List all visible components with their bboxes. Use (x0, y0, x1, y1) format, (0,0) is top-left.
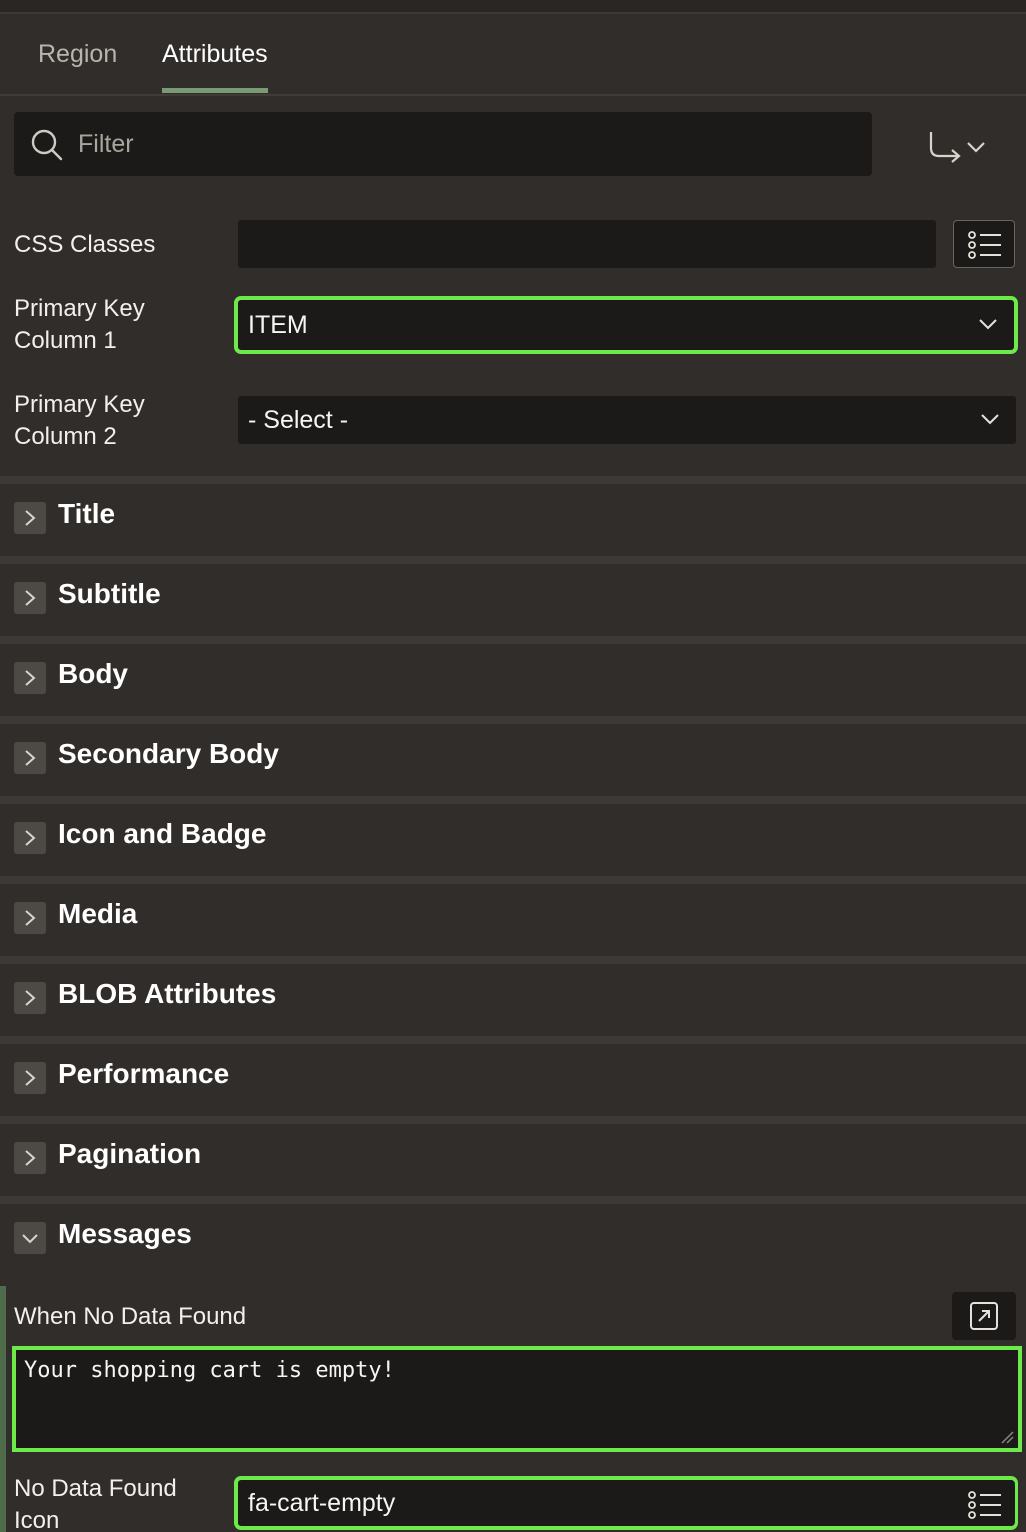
icon-picker-button[interactable] (953, 1480, 1015, 1526)
list-icon (968, 231, 1001, 259)
chevron-right-icon (14, 582, 46, 614)
goto-arrow-icon (929, 132, 985, 163)
chevron-right-icon (14, 982, 46, 1014)
list-icon (968, 1491, 1001, 1519)
section-pagination[interactable]: Pagination (0, 1116, 1026, 1188)
chevron-right-icon (14, 502, 46, 534)
chevron-right-icon (14, 1062, 46, 1094)
section-performance[interactable]: Performance (0, 1036, 1026, 1108)
tab-attributes[interactable]: Attributes (162, 40, 268, 69)
chevron-right-icon (14, 902, 46, 934)
css-classes-picker-button[interactable] (953, 220, 1015, 268)
section-media[interactable]: Media (0, 876, 1026, 948)
no-data-found-icon-input[interactable]: fa-cart-empty (234, 1476, 1018, 1530)
filter-input[interactable] (78, 112, 858, 176)
section-title[interactable]: Title (0, 476, 1026, 548)
chevron-right-icon (14, 1142, 46, 1174)
section-messages[interactable]: Messages (0, 1196, 1026, 1268)
pk-column-2-label: Primary Key Column 2 (14, 391, 145, 450)
pk-column-1-select[interactable]: ITEM (234, 296, 1018, 354)
goto-group-button[interactable] (922, 124, 992, 168)
expand-editor-button[interactable] (952, 1292, 1016, 1340)
expand-icon (970, 1302, 998, 1330)
tab-region[interactable]: Region (38, 40, 117, 69)
messages-focus-bar (0, 1286, 6, 1532)
chevron-down-icon (981, 414, 999, 425)
section-subtitle[interactable]: Subtitle (0, 556, 1026, 628)
css-classes-label: CSS Classes (14, 231, 156, 258)
chevron-down-icon (14, 1222, 46, 1254)
section-secondary-body[interactable]: Secondary Body (0, 716, 1026, 788)
no-data-found-textarea[interactable]: Your shopping cart is empty! (12, 1346, 1022, 1452)
section-icon-and-badge[interactable]: Icon and Badge (0, 796, 1026, 868)
chevron-right-icon (14, 822, 46, 854)
top-divider (0, 0, 1026, 14)
tab-bar: Region Attributes (0, 16, 1026, 96)
filter-box (14, 112, 872, 176)
no-data-found-icon-label: No Data Found Icon (14, 1475, 177, 1532)
section-body[interactable]: Body (0, 636, 1026, 708)
search-icon (31, 129, 63, 161)
resize-grip-icon[interactable] (1000, 1430, 1014, 1444)
no-data-found-label: When No Data Found (14, 1303, 247, 1330)
section-blob-attributes[interactable]: BLOB Attributes (0, 956, 1026, 1028)
chevron-right-icon (14, 742, 46, 774)
pk-column-2-select[interactable]: - Select - (238, 396, 1016, 444)
chevron-down-icon (979, 319, 997, 330)
css-classes-input[interactable] (238, 220, 936, 268)
active-tab-indicator (162, 88, 268, 93)
pk-column-1-label: Primary Key Column 1 (14, 295, 145, 354)
chevron-right-icon (14, 662, 46, 694)
